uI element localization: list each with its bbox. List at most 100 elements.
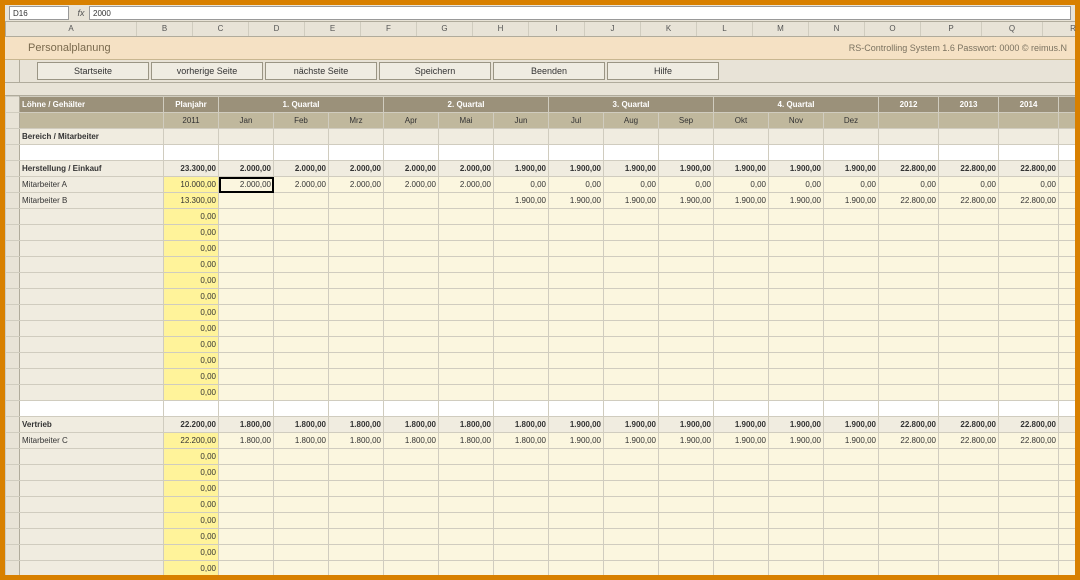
year-value[interactable] (879, 513, 939, 529)
month-value[interactable] (769, 209, 824, 225)
month-value[interactable]: 0,00 (714, 177, 769, 193)
group-plan-total[interactable]: 23.300,00 (164, 161, 219, 177)
month-value[interactable] (219, 321, 274, 337)
month-value[interactable] (219, 449, 274, 465)
month-value[interactable] (769, 305, 824, 321)
save-button[interactable]: Speichern (379, 62, 491, 80)
month-value[interactable] (274, 465, 329, 481)
year-value[interactable] (1059, 241, 1076, 257)
month-value[interactable] (274, 273, 329, 289)
month-value[interactable] (549, 289, 604, 305)
empty-label[interactable] (20, 449, 164, 465)
month-value[interactable] (494, 337, 549, 353)
year-value[interactable] (879, 257, 939, 273)
year-value[interactable] (939, 241, 999, 257)
month-value[interactable] (549, 497, 604, 513)
month-value[interactable] (219, 385, 274, 401)
month-value[interactable] (769, 561, 824, 576)
year-value[interactable] (999, 513, 1059, 529)
month-value[interactable] (439, 545, 494, 561)
empty-label[interactable] (20, 529, 164, 545)
plan-value[interactable]: 0,00 (164, 289, 219, 305)
month-value[interactable] (219, 273, 274, 289)
month-value[interactable] (659, 545, 714, 561)
group-month-total[interactable]: 2.000,00 (219, 161, 274, 177)
year-value[interactable] (999, 257, 1059, 273)
month-value[interactable] (219, 353, 274, 369)
year-value[interactable] (1059, 449, 1076, 465)
month-value[interactable] (824, 385, 879, 401)
month-value[interactable] (824, 321, 879, 337)
month-value[interactable] (824, 529, 879, 545)
plan-value[interactable]: 0,00 (164, 465, 219, 481)
month-value[interactable] (384, 209, 439, 225)
col-header[interactable]: J (585, 22, 641, 36)
month-value[interactable] (384, 241, 439, 257)
month-value[interactable] (439, 481, 494, 497)
month-value[interactable]: 1.800,00 (329, 433, 384, 449)
month-value[interactable] (549, 305, 604, 321)
month-value[interactable] (549, 353, 604, 369)
month-value[interactable] (494, 273, 549, 289)
month-value[interactable] (494, 369, 549, 385)
month-value[interactable] (604, 481, 659, 497)
year-value[interactable]: 0,00 (879, 177, 939, 193)
month-value[interactable] (439, 193, 494, 209)
month-value[interactable] (769, 321, 824, 337)
month-value[interactable] (274, 369, 329, 385)
month-value[interactable] (329, 513, 384, 529)
month-value[interactable] (659, 529, 714, 545)
month-value[interactable]: 1.900,00 (604, 433, 659, 449)
name-box[interactable]: D16 (9, 6, 69, 20)
group-month-total[interactable]: 2.000,00 (329, 161, 384, 177)
month-value[interactable] (494, 241, 549, 257)
year-value[interactable] (1059, 561, 1076, 576)
month-value[interactable] (274, 305, 329, 321)
month-value[interactable] (329, 385, 384, 401)
month-value[interactable] (769, 225, 824, 241)
month-value[interactable]: 1.800,00 (219, 433, 274, 449)
year-value[interactable] (999, 225, 1059, 241)
month-value[interactable] (824, 337, 879, 353)
month-value[interactable] (604, 529, 659, 545)
year-value[interactable] (939, 289, 999, 305)
plan-value[interactable]: 0,00 (164, 449, 219, 465)
month-value[interactable] (329, 481, 384, 497)
month-value[interactable] (824, 225, 879, 241)
plan-value[interactable]: 0,00 (164, 561, 219, 576)
month-value[interactable] (714, 209, 769, 225)
month-value[interactable] (604, 465, 659, 481)
col-header[interactable]: I (529, 22, 585, 36)
year-value[interactable] (939, 305, 999, 321)
month-value[interactable] (384, 353, 439, 369)
month-value[interactable]: 0,00 (604, 177, 659, 193)
month-value[interactable] (439, 449, 494, 465)
month-value[interactable] (714, 273, 769, 289)
group-month-total[interactable]: 1.900,00 (714, 161, 769, 177)
month-value[interactable] (604, 545, 659, 561)
month-value[interactable] (824, 273, 879, 289)
group-month-total[interactable]: 1.800,00 (329, 417, 384, 433)
year-value[interactable] (1059, 273, 1076, 289)
month-value[interactable] (604, 353, 659, 369)
col-header[interactable]: B (137, 22, 193, 36)
empty-label[interactable] (20, 369, 164, 385)
month-value[interactable] (494, 305, 549, 321)
plan-value[interactable]: 22.200,00 (164, 433, 219, 449)
year-value[interactable] (1059, 513, 1076, 529)
year-value[interactable] (999, 209, 1059, 225)
month-value[interactable] (549, 513, 604, 529)
empty-label[interactable] (20, 481, 164, 497)
year-value[interactable] (939, 481, 999, 497)
employee-label[interactable]: Mitarbeiter C (20, 433, 164, 449)
month-value[interactable] (384, 481, 439, 497)
month-value[interactable] (824, 209, 879, 225)
month-value[interactable] (439, 465, 494, 481)
month-value[interactable] (769, 257, 824, 273)
col-header[interactable]: A (6, 22, 137, 36)
month-value[interactable] (549, 529, 604, 545)
month-value[interactable] (329, 193, 384, 209)
col-header[interactable]: E (305, 22, 361, 36)
group-month-total[interactable]: 1.900,00 (549, 161, 604, 177)
month-value[interactable] (659, 257, 714, 273)
